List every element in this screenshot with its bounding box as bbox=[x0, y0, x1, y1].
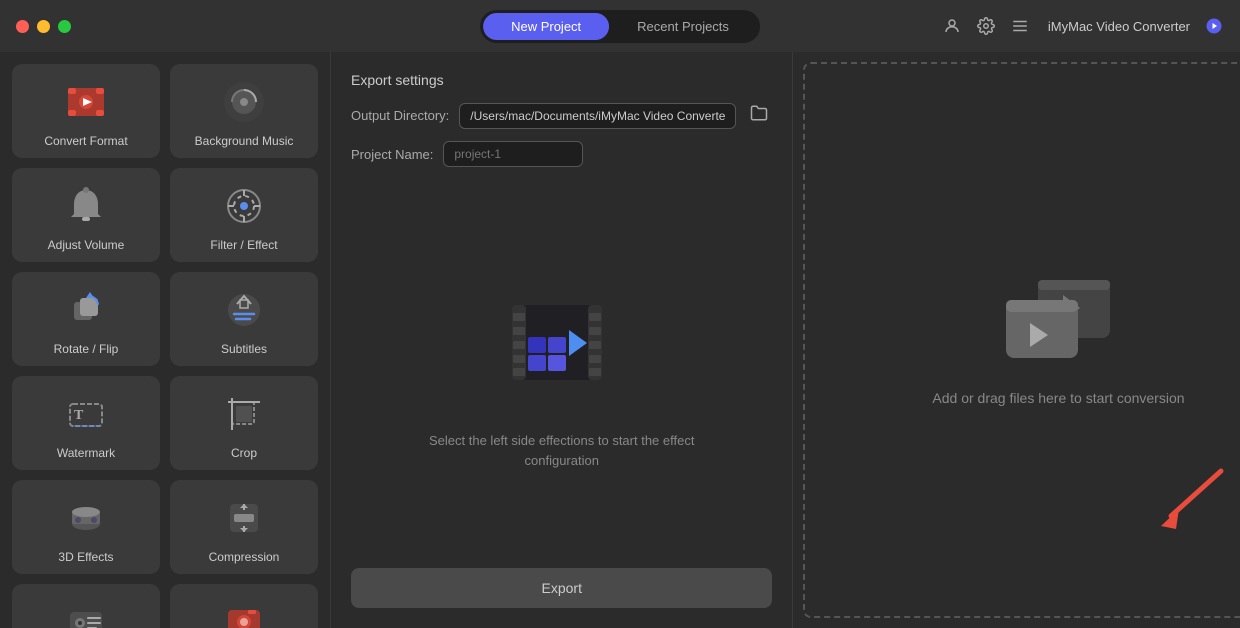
watermark-icon: T bbox=[62, 390, 110, 438]
menu-icon[interactable] bbox=[1010, 16, 1030, 36]
maximize-button[interactable] bbox=[58, 20, 71, 33]
app-logo-icon bbox=[1204, 16, 1224, 36]
tab-new-project[interactable]: New Project bbox=[483, 13, 609, 40]
sidebar-item-watermark-label: Watermark bbox=[57, 446, 115, 460]
effect-preview-icon bbox=[492, 275, 632, 415]
screenshot-icon bbox=[220, 598, 268, 628]
sidebar-item-rotate-flip[interactable]: Rotate / Flip bbox=[12, 272, 160, 366]
traffic-lights bbox=[16, 20, 71, 33]
project-name-input[interactable] bbox=[443, 141, 583, 167]
sparkle-icon bbox=[220, 182, 268, 230]
subtitle-icon bbox=[220, 286, 268, 334]
middle-panel: Export settings Output Directory: /Users… bbox=[330, 52, 793, 628]
sidebar-item-subtitles[interactable]: Subtitles bbox=[170, 272, 318, 366]
sidebar-item-screenshot[interactable]: Screenshot bbox=[170, 584, 318, 628]
project-name-row: Project Name: bbox=[351, 141, 772, 167]
id3-icon bbox=[62, 598, 110, 628]
tab-recent-projects[interactable]: Recent Projects bbox=[609, 13, 757, 40]
titlebar: New Project Recent Projects iMyMac Video… bbox=[0, 0, 1240, 52]
sidebar-item-background-music[interactable]: Background Music bbox=[170, 64, 318, 158]
drop-zone-content: Add or drag files here to start conversi… bbox=[932, 275, 1184, 406]
sidebar-item-crop-label: Crop bbox=[231, 446, 257, 460]
output-path-display: /Users/mac/Documents/iMyMac Video Conver… bbox=[459, 103, 736, 129]
person-icon[interactable] bbox=[942, 16, 962, 36]
crop-icon bbox=[220, 390, 268, 438]
sidebar-item-convert-format[interactable]: Convert Format bbox=[12, 64, 160, 158]
gear-icon[interactable] bbox=[976, 16, 996, 36]
3d-icon bbox=[62, 494, 110, 542]
sidebar-item-watermark[interactable]: T Watermark bbox=[12, 376, 160, 470]
output-directory-label: Output Directory: bbox=[351, 108, 449, 123]
drop-zone-text: Add or drag files here to start conversi… bbox=[932, 390, 1184, 406]
sidebar: Convert Format Background Music bbox=[0, 52, 330, 628]
sidebar-item-3d-effects-label: 3D Effects bbox=[58, 550, 113, 564]
drop-zone-icon bbox=[998, 275, 1118, 370]
film-icon bbox=[62, 78, 110, 126]
rotate-icon bbox=[62, 286, 110, 334]
sidebar-item-adjust-volume-label: Adjust Volume bbox=[48, 238, 125, 252]
sidebar-item-compression[interactable]: Compression bbox=[170, 480, 318, 574]
output-directory-row: Output Directory: /Users/mac/Documents/i… bbox=[351, 102, 772, 129]
export-button[interactable]: Export bbox=[351, 568, 772, 608]
sidebar-item-background-music-label: Background Music bbox=[195, 134, 294, 148]
close-button[interactable] bbox=[16, 20, 29, 33]
project-name-label: Project Name: bbox=[351, 147, 433, 162]
sidebar-item-convert-format-label: Convert Format bbox=[44, 134, 127, 148]
sidebar-item-filter-effect-label: Filter / Effect bbox=[210, 238, 277, 252]
drop-zone-panel[interactable]: Add or drag files here to start conversi… bbox=[803, 62, 1240, 618]
sidebar-item-filter-effect[interactable]: Filter / Effect bbox=[170, 168, 318, 262]
titlebar-right: iMyMac Video Converter bbox=[942, 16, 1224, 36]
sidebar-item-crop[interactable]: Crop bbox=[170, 376, 318, 470]
sidebar-item-compression-label: Compression bbox=[209, 550, 280, 564]
tab-group: New Project Recent Projects bbox=[480, 10, 760, 43]
music-icon bbox=[220, 78, 268, 126]
red-arrow-indicator bbox=[1151, 461, 1231, 536]
svg-text:T: T bbox=[74, 408, 84, 423]
sidebar-item-id3[interactable]: ID3 bbox=[12, 584, 160, 628]
export-settings-title: Export settings bbox=[351, 72, 772, 88]
minimize-button[interactable] bbox=[37, 20, 50, 33]
sidebar-item-subtitles-label: Subtitles bbox=[221, 342, 267, 356]
effect-preview-area: Select the left side effections to start… bbox=[351, 187, 772, 558]
sidebar-item-3d-effects[interactable]: 3D Effects bbox=[12, 480, 160, 574]
sidebar-item-adjust-volume[interactable]: Adjust Volume bbox=[12, 168, 160, 262]
effect-instruction-text: Select the left side effections to start… bbox=[429, 431, 694, 470]
app-title: iMyMac Video Converter bbox=[1048, 19, 1190, 34]
bell-icon bbox=[62, 182, 110, 230]
compression-icon bbox=[220, 494, 268, 542]
browse-folder-button[interactable] bbox=[746, 102, 772, 129]
sidebar-item-rotate-flip-label: Rotate / Flip bbox=[54, 342, 119, 356]
main-content: Convert Format Background Music bbox=[0, 52, 1240, 628]
